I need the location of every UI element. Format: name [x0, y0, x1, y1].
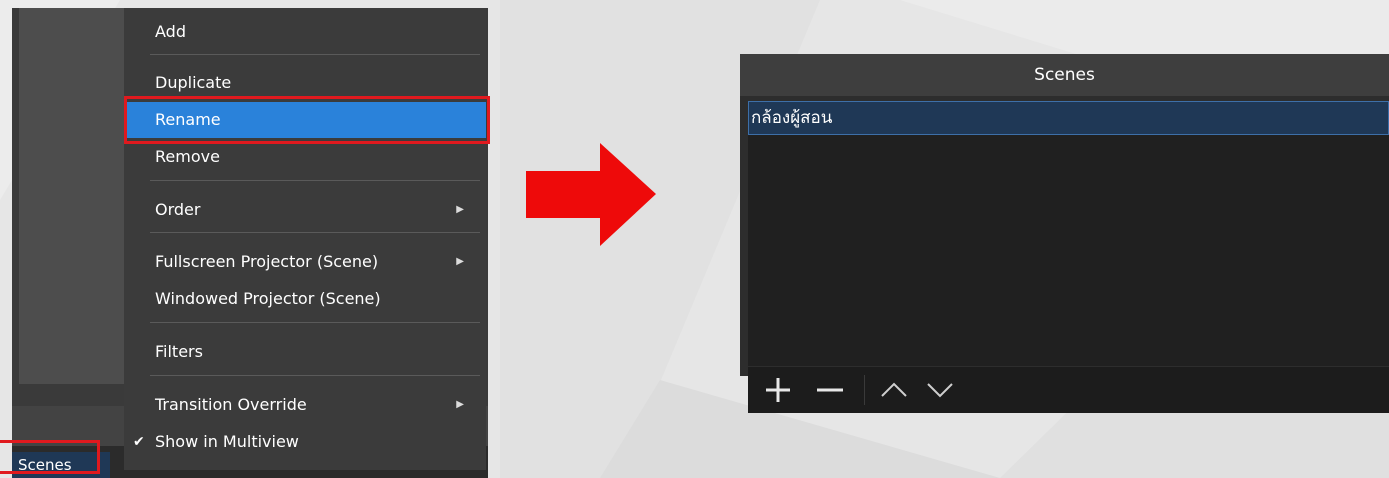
move-scene-up-button[interactable]: [874, 367, 914, 413]
rename-highlight-box: [124, 96, 490, 144]
scenes-dock: Scenes กล้องผู้สอน: [740, 54, 1389, 413]
dock-title: Scenes: [740, 54, 1389, 96]
add-scene-button[interactable]: [758, 367, 798, 413]
menu-item-remove[interactable]: Remove: [124, 139, 486, 175]
menu-item-label: Transition Override: [155, 395, 307, 414]
menu-separator: [150, 180, 480, 181]
submenu-arrow-icon: ▶: [456, 204, 464, 215]
menu-item-windowed-projector[interactable]: Windowed Projector (Scene): [124, 281, 486, 317]
menu-separator: [150, 54, 480, 55]
menu-item-label: Duplicate: [155, 73, 232, 92]
menu-item-add[interactable]: Add: [124, 14, 486, 50]
menu-item-show-in-multiview[interactable]: ✔ Show in Multiview: [124, 424, 486, 460]
menu-item-label: Add: [155, 22, 186, 41]
toolbar-separator: [864, 375, 865, 405]
menu-item-label: Show in Multiview: [155, 432, 299, 451]
menu-item-transition-override[interactable]: Transition Override ▶: [124, 387, 486, 423]
menu-item-fullscreen-projector[interactable]: Fullscreen Projector (Scene) ▶: [124, 244, 486, 280]
menu-separator: [150, 322, 480, 323]
scene-toolbar: [748, 367, 1389, 413]
move-scene-down-button[interactable]: [920, 367, 960, 413]
chevron-up-icon: [881, 382, 907, 397]
menu-separator: [150, 232, 480, 233]
menu-item-order[interactable]: Order ▶: [124, 192, 486, 228]
menu-item-label: Windowed Projector (Scene): [155, 289, 381, 308]
remove-scene-button[interactable]: [810, 367, 850, 413]
menu-item-label: Filters: [155, 342, 203, 361]
menu-separator: [150, 375, 480, 376]
minus-icon: [817, 388, 843, 392]
scene-item[interactable]: กล้องผู้สอน: [748, 101, 1389, 135]
checkmark-icon: ✔: [133, 434, 145, 450]
plus-icon: [766, 378, 790, 402]
scene-list[interactable]: กล้องผู้สอน: [748, 101, 1389, 413]
menu-item-label: Remove: [155, 147, 220, 166]
right-arrow-annotation: [526, 143, 656, 246]
submenu-arrow-icon: ▶: [456, 256, 464, 267]
chevron-down-icon: [927, 383, 953, 398]
submenu-arrow-icon: ▶: [456, 399, 464, 410]
menu-item-filters[interactable]: Filters: [124, 334, 486, 370]
menu-item-label: Fullscreen Projector (Scene): [155, 252, 379, 271]
menu-item-label: Order: [155, 200, 201, 219]
scene-list-panel[interactable]: [19, 8, 129, 384]
context-menu: Add Duplicate Rename Remove Order ▶ Full…: [124, 8, 486, 470]
scenes-tab-highlight-box: [0, 440, 100, 474]
